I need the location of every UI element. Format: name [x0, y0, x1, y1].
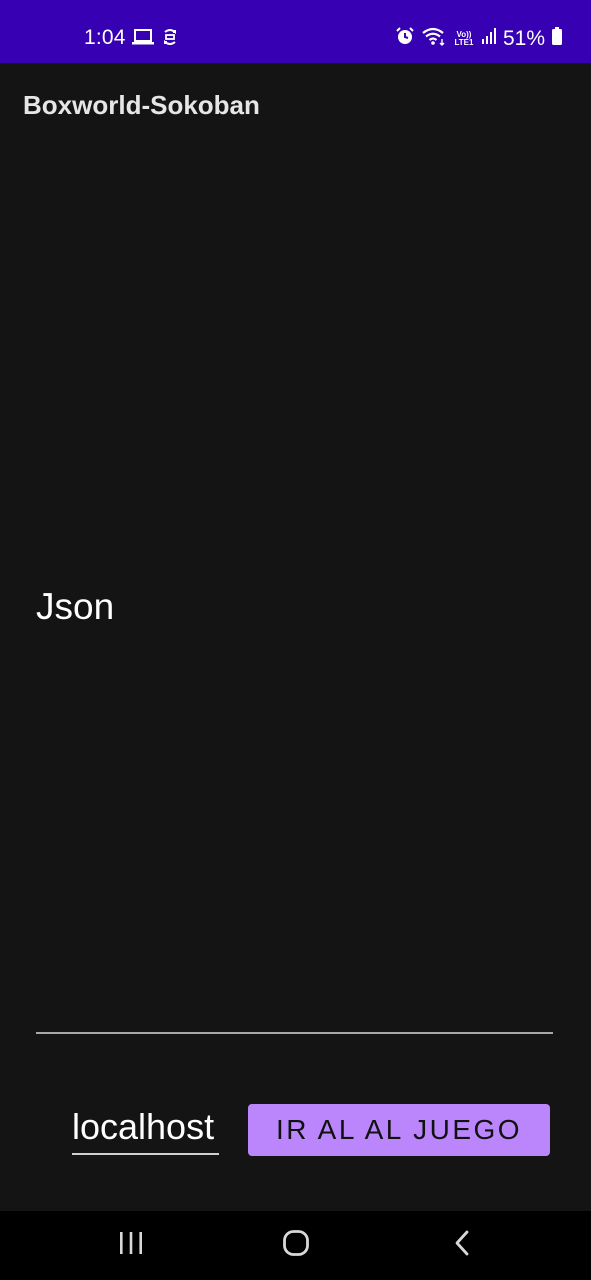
- lte-label: LTE1: [454, 37, 474, 47]
- status-right-icons: Vo)) LTE1 51%: [395, 26, 563, 51]
- recent-apps-button[interactable]: [86, 1211, 176, 1280]
- json-output-text: Json: [36, 586, 115, 627]
- go-to-game-button[interactable]: IR AL AL JUEGO: [248, 1104, 550, 1156]
- host-input[interactable]: [72, 1100, 219, 1155]
- laptop-icon: [132, 28, 154, 51]
- status-bar: 1:04 Vo)) LTE1 51%: [0, 0, 591, 63]
- recent-apps-icon: [118, 1231, 144, 1260]
- network-type-label: Vo)) LTE1: [453, 30, 475, 47]
- system-nav-bar: [0, 1211, 591, 1280]
- app-screen: 1:04 Vo)) LTE1 51% Boxworld-Sokoban Json…: [0, 0, 591, 1280]
- back-icon: [453, 1229, 471, 1262]
- app-title: Boxworld-Sokoban: [23, 90, 260, 120]
- signal-icon: [481, 27, 497, 50]
- home-icon: [282, 1229, 310, 1262]
- battery-icon: [551, 26, 563, 51]
- battery-percent: 51%: [502, 26, 545, 50]
- home-button[interactable]: [251, 1211, 341, 1280]
- wifi-icon: [421, 26, 447, 51]
- divider: [36, 1032, 553, 1034]
- back-button[interactable]: [417, 1211, 507, 1280]
- sync-icon: [162, 27, 178, 52]
- status-left-icons: [132, 27, 178, 52]
- status-time: 1:04: [84, 26, 126, 49]
- alarm-icon: [395, 26, 415, 51]
